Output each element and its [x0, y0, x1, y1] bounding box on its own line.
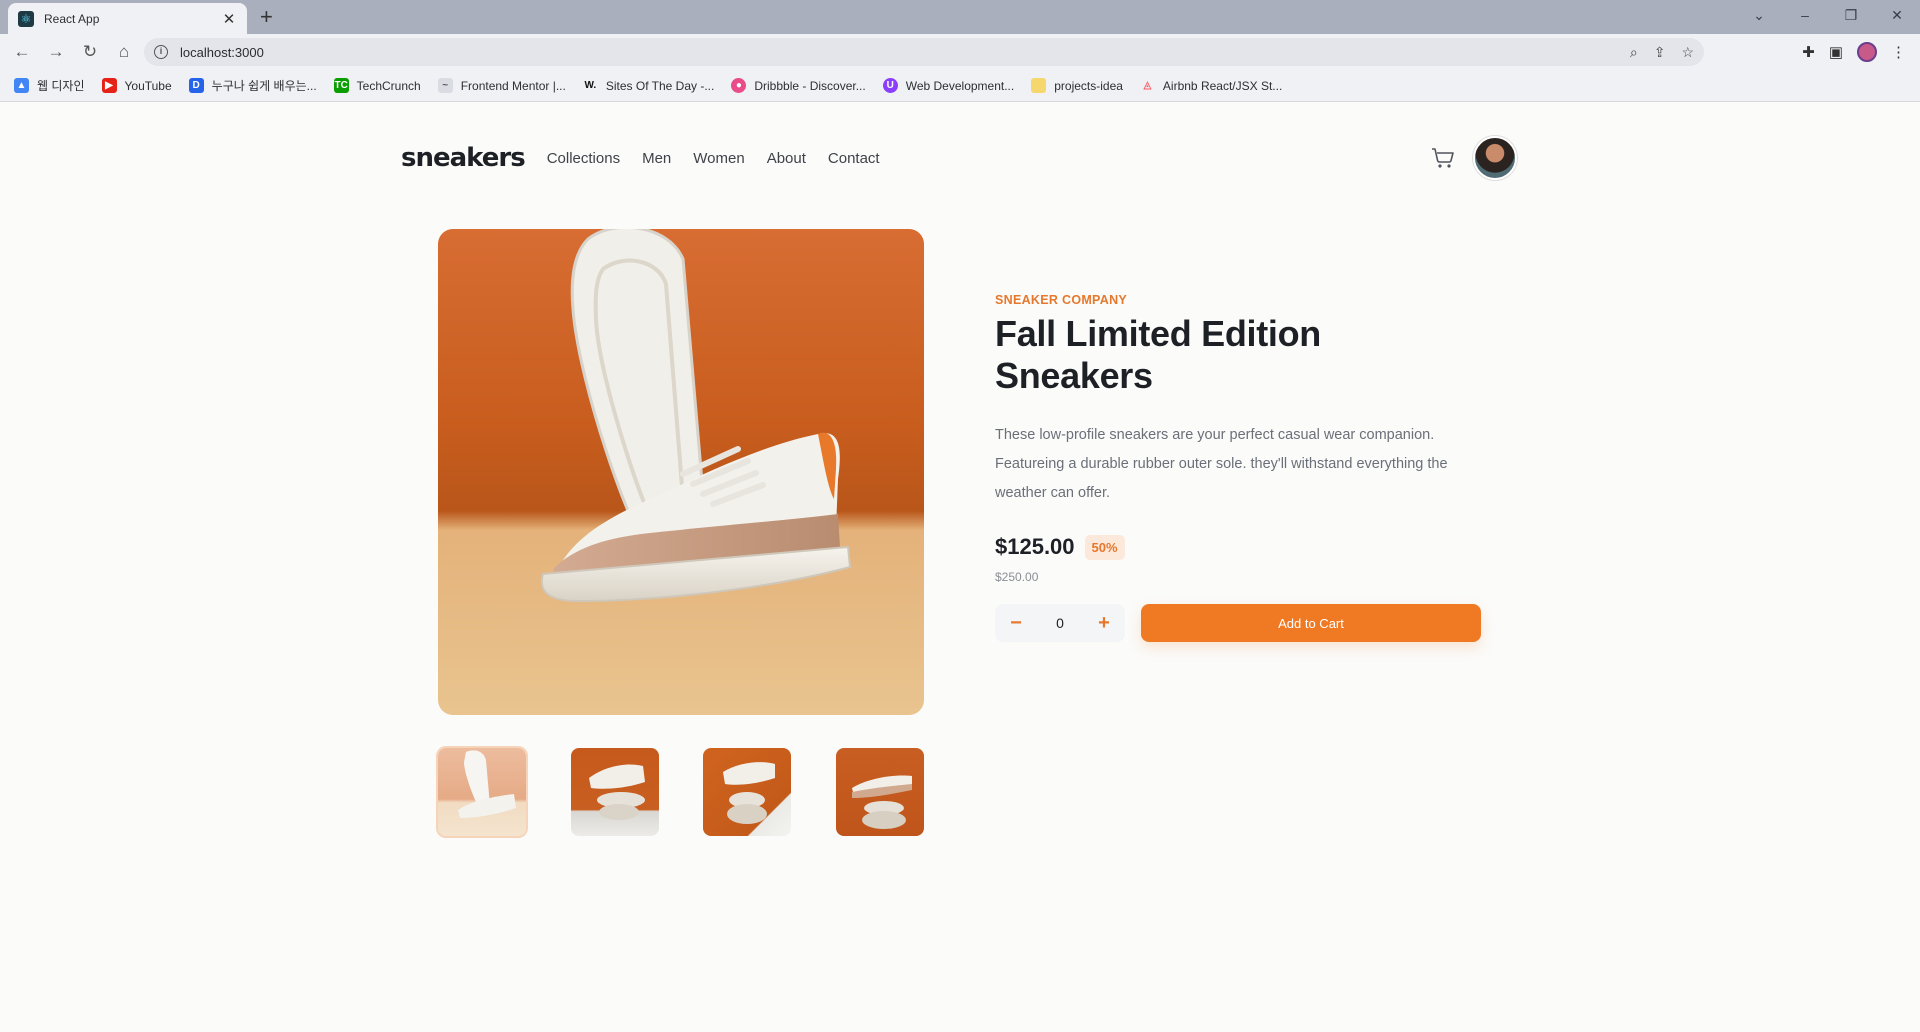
nav-link-collections[interactable]: Collections: [547, 150, 620, 167]
bookmark-item[interactable]: ▲ 웹 디자인: [14, 77, 85, 94]
nav-link-about[interactable]: About: [767, 150, 806, 167]
nav-link-women[interactable]: Women: [693, 150, 744, 167]
folder-icon: [1031, 78, 1047, 93]
original-price: $250.00: [995, 570, 1039, 584]
extensions-icon[interactable]: ✚: [1802, 43, 1815, 61]
frontend-mentor-icon: ~: [437, 78, 453, 93]
share-icon[interactable]: ⇪: [1654, 44, 1666, 61]
home-icon[interactable]: ⌂: [108, 42, 140, 62]
profile-avatar[interactable]: [1857, 42, 1877, 62]
product-description: These low-profile sneakers are your perf…: [995, 427, 1448, 501]
dribbble-icon: ●: [731, 78, 747, 93]
discount-badge: 50%: [1084, 534, 1125, 560]
quantity-value: 0: [1056, 615, 1064, 631]
google-drive-icon: ▲: [14, 78, 29, 93]
bookmark-item[interactable]: U Web Development...: [882, 78, 1014, 93]
bookmark-item[interactable]: ~ Frontend Mentor |...: [437, 78, 566, 93]
product-title: Fall Limited Edition Sneakers: [995, 313, 1321, 396]
site-info-icon[interactable]: i: [154, 45, 168, 59]
url-text: localhost:3000: [180, 44, 264, 60]
cart-icon[interactable]: [1431, 147, 1455, 169]
page-content: sneakers Collections Men Women About Con…: [0, 103, 1920, 1032]
forward-icon[interactable]: →: [40, 42, 72, 62]
bookmark-item[interactable]: ▶ YouTube: [101, 78, 172, 93]
thumbnail-4[interactable]: [835, 748, 924, 836]
zoom-icon[interactable]: ⌕: [1630, 44, 1638, 61]
browser-titlebar: ⚛ React App ✕ + ⌄ – ❐ ✕: [0, 0, 1920, 34]
bookmark-item[interactable]: D 누구나 쉽게 배우는...: [188, 77, 317, 94]
company-name: Sneaker Company: [995, 293, 1128, 307]
purchase-controls: − 0 + Add to Cart: [995, 604, 1485, 642]
restore-icon[interactable]: ❐: [1828, 7, 1874, 24]
airbnb-icon: ◬: [1143, 80, 1152, 91]
product-main-image[interactable]: [438, 229, 924, 715]
site-header: sneakers Collections Men Women About Con…: [401, 133, 1517, 183]
bookmark-item[interactable]: ● Dribbble - Discover...: [731, 78, 866, 93]
sneaker-illustration: [540, 229, 852, 603]
decrease-quantity-button[interactable]: −: [1005, 613, 1027, 633]
bookmark-item[interactable]: TC TechCrunch: [333, 78, 421, 93]
techcrunch-icon: TC: [333, 78, 349, 93]
close-window-icon[interactable]: ✕: [1874, 7, 1920, 24]
quantity-stepper: − 0 +: [995, 604, 1125, 642]
bookmark-item[interactable]: ◬ Airbnb React/JSX St...: [1140, 78, 1283, 93]
thumbnail-3[interactable]: [703, 748, 792, 836]
tab-search-icon[interactable]: ⌄: [1736, 7, 1782, 24]
increase-quantity-button[interactable]: +: [1093, 613, 1115, 633]
browser-tab[interactable]: ⚛ React App ✕: [8, 3, 247, 34]
bookmarks-bar: ▲ 웹 디자인 ▶ YouTube D 누구나 쉽게 배우는... TC TechCru…: [0, 70, 1920, 102]
tab-title: React App: [44, 11, 100, 26]
browser-toolbar: ← → ↻ ⌂ i localhost:3000 ⌕ ⇪ ☆ ✚ ▣ ⋮: [0, 34, 1920, 70]
react-icon: ⚛: [18, 10, 34, 27]
price-row: $125.00 50%: [995, 534, 1485, 560]
side-panel-icon[interactable]: ▣: [1829, 43, 1843, 61]
reload-icon[interactable]: ↻: [74, 42, 106, 62]
address-bar[interactable]: i localhost:3000 ⌕ ⇪ ☆: [144, 38, 1704, 66]
thumbnail-gallery: [436, 746, 924, 838]
bookmark-star-icon[interactable]: ☆: [1681, 44, 1694, 61]
close-tab-icon[interactable]: ✕: [221, 10, 237, 28]
window-controls: ⌄ – ❐ ✕: [1736, 0, 1920, 30]
youtube-icon: ▶: [101, 78, 117, 93]
current-price: $125.00: [995, 534, 1075, 559]
user-avatar[interactable]: [1473, 136, 1517, 180]
new-tab-icon[interactable]: +: [260, 6, 273, 28]
udemy-icon: U: [882, 78, 898, 93]
add-to-cart-button[interactable]: Add to Cart: [1141, 604, 1481, 642]
awwwards-icon: W.: [584, 80, 597, 91]
nav-link-men[interactable]: Men: [642, 150, 671, 167]
site-logo[interactable]: sneakers: [401, 143, 526, 173]
bookmark-item[interactable]: W. Sites Of The Day -...: [583, 78, 715, 93]
thumbnail-1[interactable]: [436, 746, 528, 838]
product-details: Sneaker Company Fall Limited Edition Sne…: [995, 293, 1485, 642]
thumbnail-2[interactable]: [570, 748, 659, 836]
menu-icon[interactable]: ⋮: [1891, 43, 1906, 61]
dreamcoding-icon: D: [188, 78, 204, 93]
minimize-icon[interactable]: –: [1782, 7, 1828, 23]
back-icon[interactable]: ←: [6, 42, 38, 62]
bookmark-item[interactable]: projects-idea: [1031, 78, 1123, 93]
nav-link-contact[interactable]: Contact: [828, 150, 880, 167]
